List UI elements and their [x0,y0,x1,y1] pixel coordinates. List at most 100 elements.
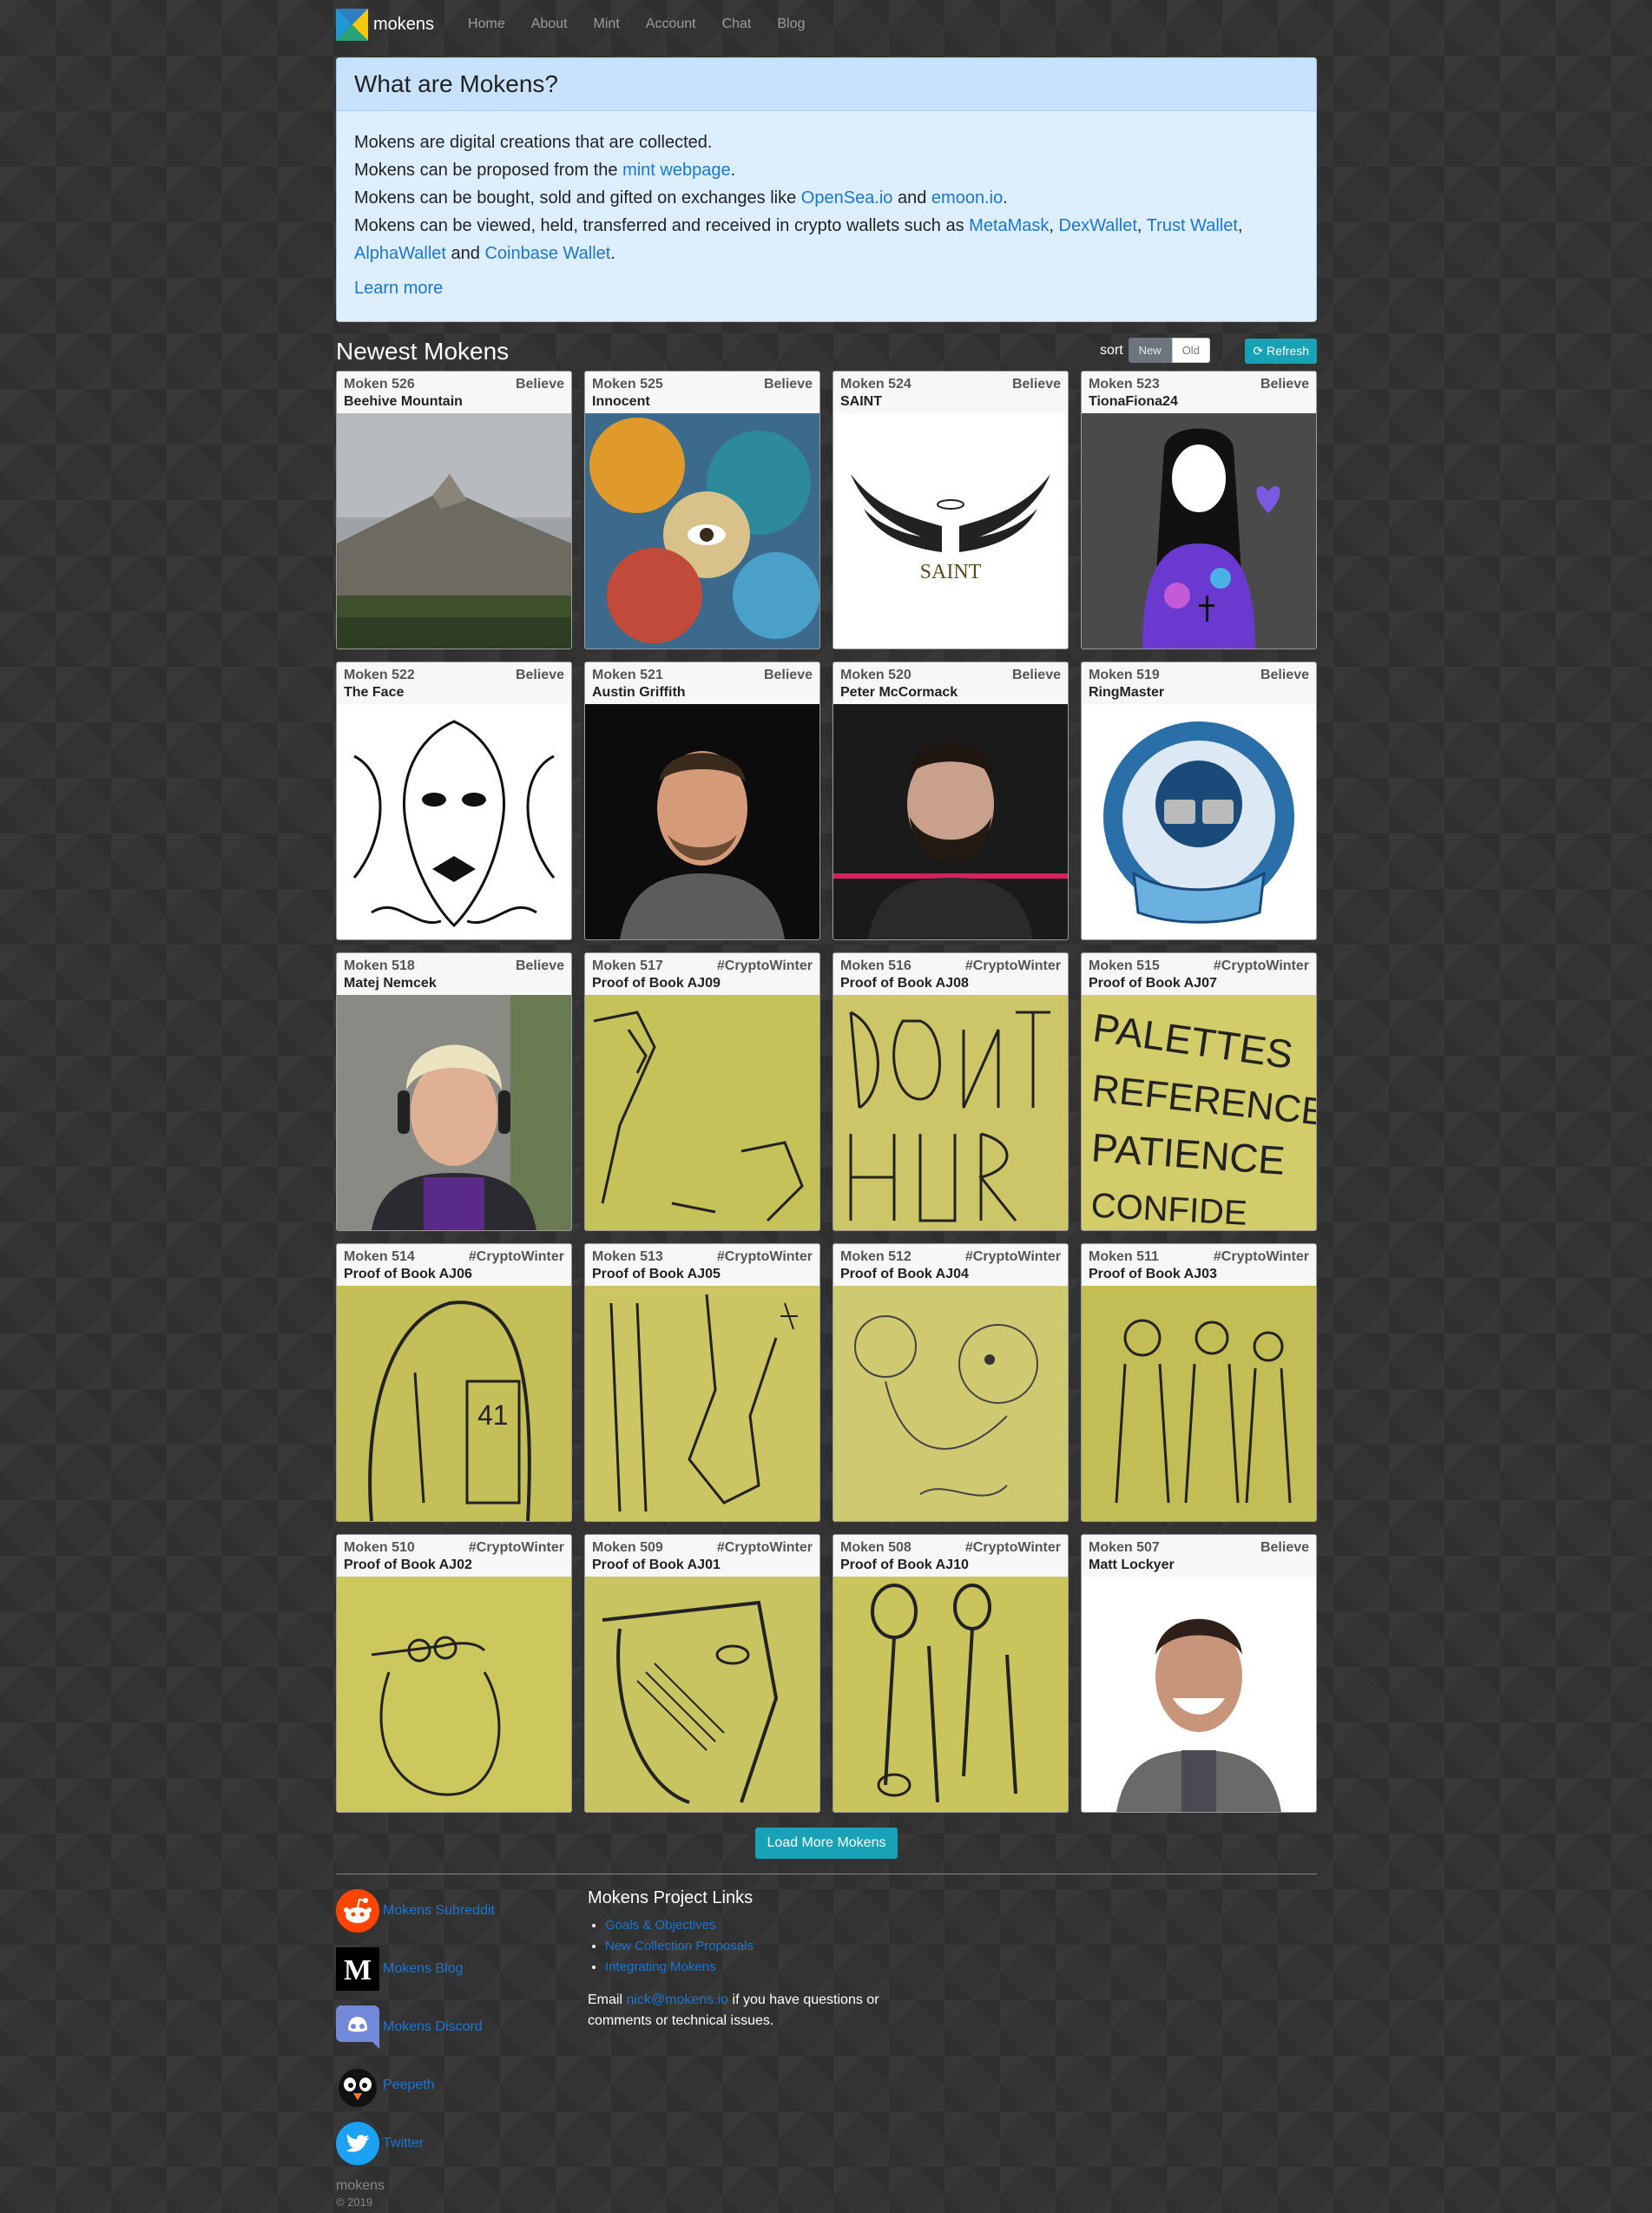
moken-card[interactable]: Moken 523 Believe TionaFiona24 [1081,371,1317,649]
card-header: Moken 520 Believe Peter McCormack [833,662,1068,704]
sort-old-button[interactable]: Old [1171,338,1210,363]
refresh-button[interactable]: ⟳ Refresh [1245,339,1317,364]
project-links: Mokens Project Links Goals & Objectives … [588,1888,918,2032]
moken-card[interactable]: Moken 518 Believe Matej Nemcek [336,952,572,1231]
moken-card[interactable]: Moken 519 Believe RingMaster [1081,662,1317,940]
info-line-4: Mokens can be viewed, held, transferred … [354,212,1299,267]
mint-webpage-link[interactable]: mint webpage [622,161,731,180]
moken-name: Matej Nemcek [344,976,437,991]
moken-card[interactable]: Moken 516 #CryptoWinter Proof of Book AJ… [833,952,1069,1231]
svg-text:41: 41 [477,1400,509,1431]
moken-card[interactable]: Moken 507 Believe Matt Lockyer [1081,1534,1317,1813]
learn-more-link[interactable]: Learn more [354,274,443,302]
nav-blog[interactable]: Blog [777,16,805,32]
peepeth-link[interactable]: Peepeth [383,2078,435,2093]
email-text: Email [588,1992,627,2007]
nav-account[interactable]: Account [646,16,696,32]
nav-home[interactable]: Home [468,16,505,32]
alphawallet-link[interactable]: AlphaWallet [354,244,446,263]
moken-card[interactable]: Moken 515 #CryptoWinter Proof of Book AJ… [1081,952,1317,1231]
collection-proposals-link[interactable]: New Collection Proposals [605,1939,754,1953]
email-link[interactable]: nick@mokens.io [626,1992,728,2007]
moken-card[interactable]: Moken 524 Believe SAINT SAINT [833,371,1069,649]
moken-card[interactable]: Moken 511 #CryptoWinter Proof of Book AJ… [1081,1243,1317,1522]
sort-new-button[interactable]: New [1128,338,1172,363]
what-are-mokens-panel: What are Mokens? Mokens are digital crea… [336,57,1317,322]
moken-card[interactable]: Moken 508 #CryptoWinter Proof of Book AJ… [833,1534,1069,1813]
moken-name: Proof of Book AJ04 [840,1267,969,1281]
collection-tag: Believe [1011,668,1061,682]
load-more-button[interactable]: Load More Mokens [754,1828,898,1859]
medium-icon: M [336,1947,379,1991]
moken-card[interactable]: Moken 521 Believe Austin Griffith [584,662,820,940]
collection-tag: Believe [515,958,564,973]
card-header: Moken 507 Believe Matt Lockyer [1082,1535,1316,1577]
integrating-mokens-link[interactable]: Integrating Mokens [605,1959,716,1974]
saint-wings-logo: SAINT [833,413,1068,649]
copyright-name: mokens [336,2178,385,2193]
dexwallet-link[interactable]: DexWallet [1059,216,1137,235]
panel-title: What are Mokens? [337,58,1316,111]
collection-tag: #CryptoWinter [1213,958,1309,973]
sketch-on-paper-image [1082,1286,1316,1521]
moken-name: TionaFiona24 [1089,394,1178,409]
mokens-logo-icon [336,8,368,41]
list-item: Goals & Objectives [605,1915,918,1936]
brand-name: mokens [373,14,435,34]
trust-wallet-link[interactable]: Trust Wallet [1147,216,1238,235]
emoon-link[interactable]: emoon.io [931,188,1003,207]
social-item-reddit[interactable]: Mokens Subreddit [336,1888,562,1933]
collection-tag: #CryptoWinter [468,1249,564,1264]
social-item-medium[interactable]: M Mokens Blog [336,1946,562,1992]
moken-card[interactable]: Moken 514 #CryptoWinter Proof of Book AJ… [336,1243,572,1522]
moken-card[interactable]: Moken 512 #CryptoWinter Proof of Book AJ… [833,1243,1069,1522]
social-item-peepeth[interactable]: Peepeth [336,2063,562,2108]
svg-text:M: M [344,1954,372,1986]
moken-name: Proof of Book AJ07 [1089,976,1217,991]
twitter-link[interactable]: Twitter [383,2136,424,2151]
card-header: Moken 509 #CryptoWinter Proof of Book AJ… [585,1535,819,1577]
medium-blog-link[interactable]: Mokens Blog [383,1961,464,1977]
card-header: Moken 514 #CryptoWinter Proof of Book AJ… [337,1244,571,1286]
moken-card[interactable]: Moken 517 #CryptoWinter Proof of Book AJ… [584,952,820,1231]
card-header: Moken 518 Believe Matej Nemcek [337,953,571,995]
moken-name: Austin Griffith [592,685,686,700]
anime-girl-drawing [1082,413,1316,649]
coinbase-wallet-link[interactable]: Coinbase Wallet [484,244,610,263]
nav-chat[interactable]: Chat [722,16,752,32]
collection-tag: Believe [1260,377,1309,392]
metamask-link[interactable]: MetaMask [969,216,1049,235]
info-text: . [1003,188,1008,207]
moken-card[interactable]: Moken 525 Believe Innocent [584,371,820,649]
card-header: Moken 522 Believe The Face [337,662,571,704]
moken-card[interactable]: Moken 513 #CryptoWinter Proof of Book AJ… [584,1243,820,1522]
goals-objectives-link[interactable]: Goals & Objectives [605,1918,716,1933]
opensea-link[interactable]: OpenSea.io [801,188,893,207]
collection-tag: Believe [1260,668,1309,682]
discord-link[interactable]: Mokens Discord [383,2019,483,2035]
collection-tag: Believe [515,377,564,392]
social-links: Mokens Subreddit M Mokens Blog Mokens Di… [336,1888,562,2179]
moken-card[interactable]: Moken 509 #CryptoWinter Proof of Book AJ… [584,1534,820,1813]
moken-card[interactable]: Moken 522 Believe The Face [336,662,572,940]
card-header: Moken 525 Believe Innocent [585,372,819,413]
moken-name: Proof of Book AJ10 [840,1558,969,1572]
collection-tag: #CryptoWinter [964,1540,1061,1555]
section-title: Newest Mokens [336,338,510,365]
card-header: Moken 526 Believe Beehive Mountain [337,372,571,413]
brand-link[interactable]: mokens [336,8,446,41]
sketch-on-paper-image [585,1577,819,1812]
social-item-discord[interactable]: Mokens Discord [336,2005,562,2050]
info-text: . [610,244,615,263]
nav-about[interactable]: About [531,16,568,32]
reddit-icon [336,1889,379,1933]
social-item-twitter[interactable]: Twitter [336,2121,562,2166]
card-header: Moken 515 #CryptoWinter Proof of Book AJ… [1082,953,1316,995]
nav-mint[interactable]: Mint [594,16,620,32]
reddit-link[interactable]: Mokens Subreddit [383,1903,495,1919]
copyright-year: © 2019 [336,2196,373,2209]
moken-card[interactable]: Moken 510 #CryptoWinter Proof of Book AJ… [336,1534,572,1813]
moken-name: Peter McCormack [840,685,958,700]
moken-card[interactable]: Moken 526 Believe Beehive Mountain [336,371,572,649]
moken-card[interactable]: Moken 520 Believe Peter McCormack [833,662,1069,940]
